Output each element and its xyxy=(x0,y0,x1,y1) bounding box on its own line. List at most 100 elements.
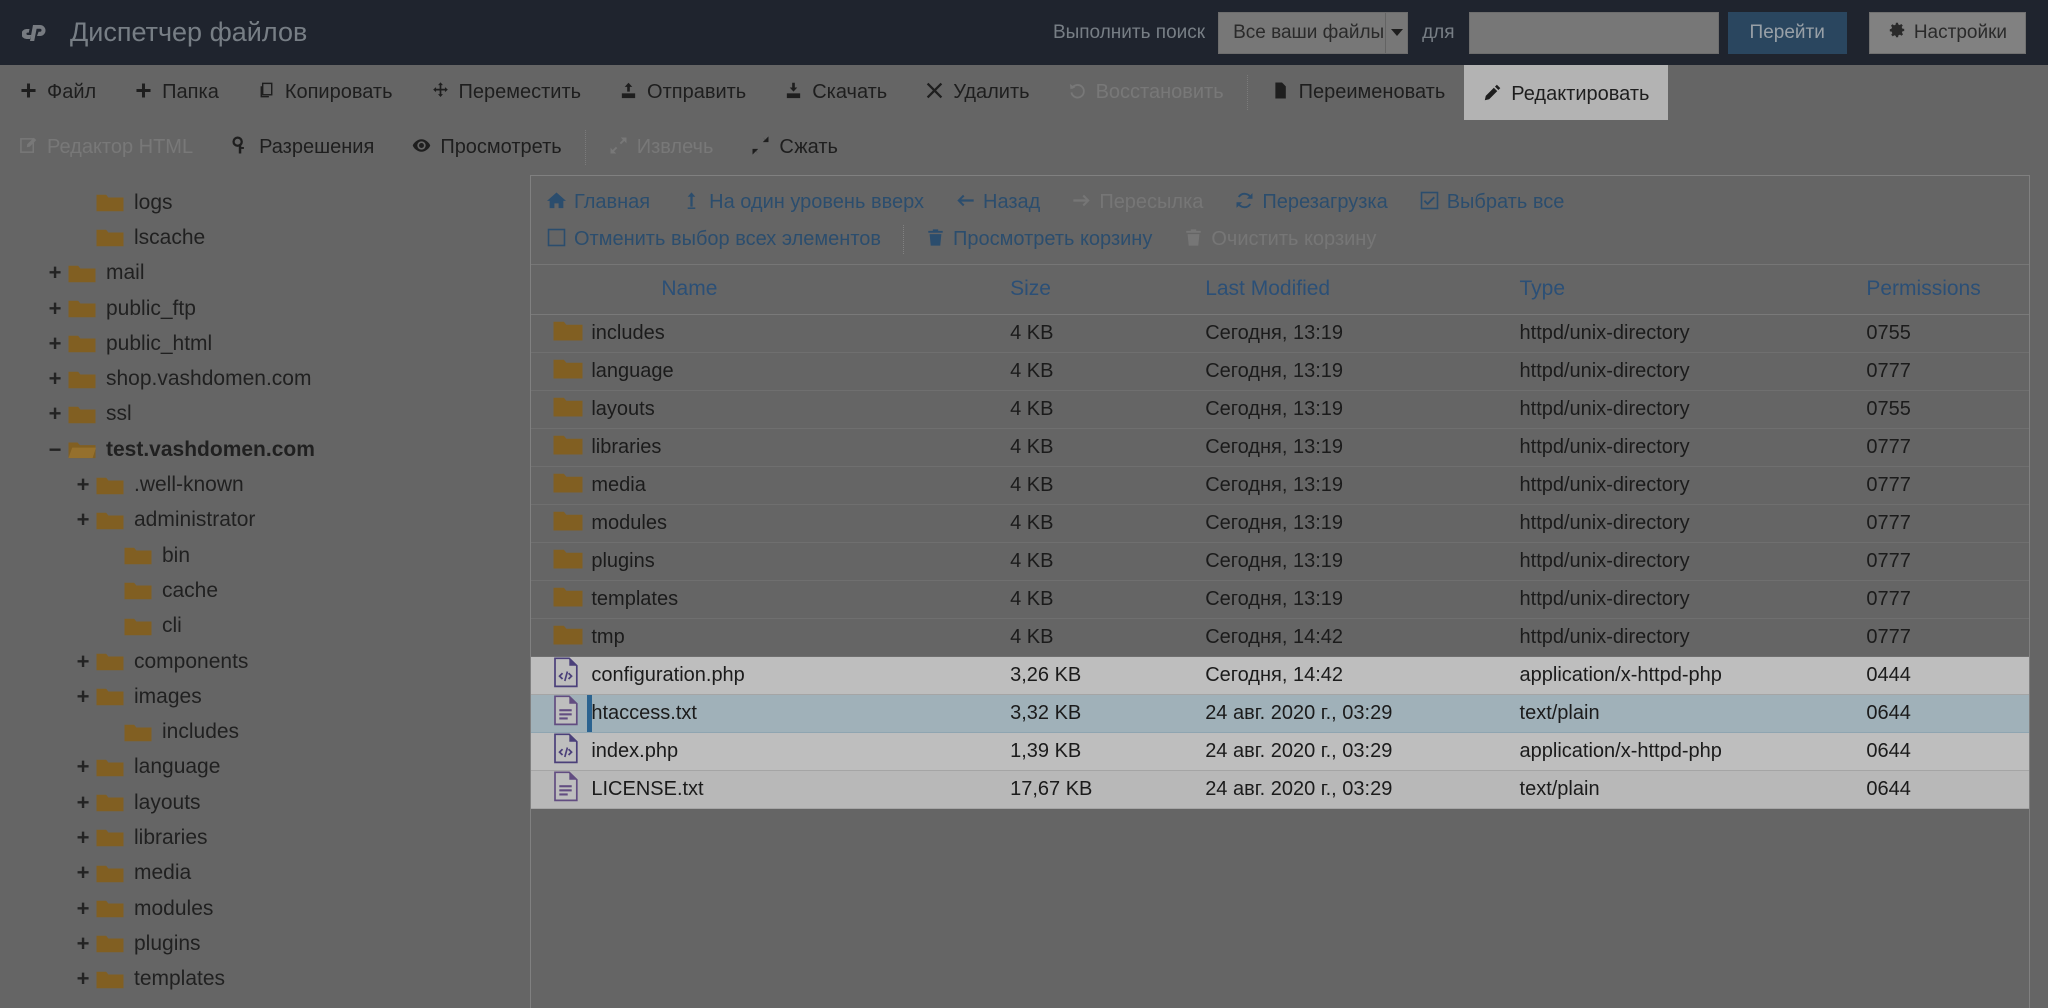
table-row[interactable]: tmp 4 KB Сегодня, 14:42 httpd/unix-director… xyxy=(531,618,2029,657)
col-header-type[interactable]: Type xyxy=(1519,265,1867,315)
tree-node-lscache[interactable]: +lscache xyxy=(0,220,530,255)
cell-name[interactable]: includes xyxy=(587,314,1011,353)
tree-toggle-icon[interactable]: + xyxy=(70,507,96,533)
table-row[interactable]: LICENSE.txt 17,67 KB 24 авг. 2020 г., 03:2… xyxy=(531,770,2029,809)
cell-name[interactable]: htaccess.txt xyxy=(587,694,1011,733)
tree-toggle-icon[interactable]: + xyxy=(70,472,96,498)
search-scope-select[interactable]: Все ваши файлы xyxy=(1218,11,1409,54)
cell-name[interactable]: libraries xyxy=(587,428,1011,467)
tree-node-ssl[interactable]: + ssl xyxy=(0,397,530,432)
tree-toggle-icon[interactable]: + xyxy=(70,790,96,816)
folder-icon xyxy=(531,580,588,619)
chevron-down-icon[interactable] xyxy=(1385,12,1408,53)
toolbar-button-копировать[interactable]: Копировать xyxy=(238,65,412,120)
tree-node-administrator[interactable]: + administrator xyxy=(0,503,530,538)
toolbar-button-редактировать[interactable]: Редактировать xyxy=(1464,62,1669,120)
checkbox-empty-icon xyxy=(547,228,566,251)
col-header-name[interactable]: Name xyxy=(587,265,1011,315)
file-table-container[interactable]: Name Size Last Modified Type Permissions… xyxy=(531,265,2029,1008)
cell-name[interactable]: plugins xyxy=(587,542,1011,581)
cell-name[interactable]: modules xyxy=(587,504,1011,543)
tree-node-layouts[interactable]: + layouts xyxy=(0,785,530,820)
tree-node-test.vashdomen.com[interactable]: − test.vashdomen.com xyxy=(0,432,530,467)
tree-toggle-icon[interactable]: + xyxy=(70,860,96,886)
tree-toggle-icon[interactable]: − xyxy=(42,437,68,463)
toolbar-button-просмотреть[interactable]: Просмотреть xyxy=(393,120,580,175)
table-row[interactable]: templates 4 KB Сегодня, 13:19 httpd/unix-di… xyxy=(531,580,2029,619)
cell-name[interactable]: LICENSE.txt xyxy=(587,770,1011,809)
tree-toggle-icon[interactable]: + xyxy=(70,825,96,851)
toolbar-button-разрешения[interactable]: Разрешения xyxy=(212,120,393,175)
tree-node-plugins[interactable]: + plugins xyxy=(0,926,530,961)
table-row[interactable]: plugins 4 KB Сегодня, 13:19 httpd/unix-dire… xyxy=(531,542,2029,581)
tree-node-bin[interactable]: +bin xyxy=(0,538,530,573)
cell-permissions: 0644 xyxy=(1866,732,2029,771)
tree-node-images[interactable]: + images xyxy=(0,679,530,714)
tree-node-.well-known[interactable]: + .well-known xyxy=(0,467,530,502)
col-header-permissions[interactable]: Permissions xyxy=(1866,265,2029,315)
nav-button-перезагрузка[interactable]: Перезагрузка xyxy=(1219,184,1403,221)
tree-node-cli[interactable]: +cli xyxy=(0,609,530,644)
nav-button-отменить-выбор-всех-элементов[interactable]: Отменить выбор всех элементов xyxy=(531,221,897,258)
nav-button-главная[interactable]: Главная xyxy=(531,184,666,221)
cell-name[interactable]: configuration.php xyxy=(587,656,1011,695)
cell-name[interactable]: media xyxy=(587,466,1011,505)
toolbar-button-файл[interactable]: Файл xyxy=(0,65,115,120)
table-row[interactable]: libraries 4 KB Сегодня, 13:19 httpd/unix-di… xyxy=(531,428,2029,467)
tree-toggle-icon[interactable]: + xyxy=(70,931,96,957)
tree-node-components[interactable]: + components xyxy=(0,644,530,679)
tree-node-modules[interactable]: + modules xyxy=(0,891,530,926)
toolbar-button-сжать[interactable]: Сжать xyxy=(732,120,857,175)
tree-node-public-ftp[interactable]: + public_ftp xyxy=(0,291,530,326)
table-row[interactable]: modules 4 KB Сегодня, 13:19 httpd/unix-dire… xyxy=(531,504,2029,543)
nav-button-на-один-уровень-вверх[interactable]: На один уровень вверх xyxy=(666,184,940,221)
nav-button-выбрать-все[interactable]: Выбрать все xyxy=(1404,184,1581,221)
toolbar-button-папка[interactable]: Папка xyxy=(115,65,238,120)
tree-node-templates[interactable]: + templates xyxy=(0,962,530,997)
tree-node-shop.vashdomen.com[interactable]: + shop.vashdomen.com xyxy=(0,361,530,396)
toolbar-button-отправить[interactable]: Отправить xyxy=(600,65,765,120)
col-header-last-modified[interactable]: Last Modified xyxy=(1205,265,1520,315)
table-row[interactable]: htaccess.txt 3,32 KB 24 авг. 2020 г., 03:2… xyxy=(531,694,2029,733)
cell-name[interactable]: language xyxy=(587,352,1011,391)
tree-node-media[interactable]: + media xyxy=(0,856,530,891)
table-row[interactable]: media 4 KB Сегодня, 13:19 httpd/unix-direct… xyxy=(531,466,2029,505)
tree-node-cache[interactable]: +cache xyxy=(0,573,530,608)
tree-node-public-html[interactable]: + public_html xyxy=(0,326,530,361)
tree-node-mail[interactable]: + mail xyxy=(0,256,530,291)
table-row[interactable]: layouts 4 KB Сегодня, 13:19 httpd/unix-dire… xyxy=(531,390,2029,429)
tree-node-libraries[interactable]: + libraries xyxy=(0,820,530,855)
tree-toggle-icon[interactable]: + xyxy=(42,366,68,392)
search-input[interactable] xyxy=(1468,11,1719,54)
tree-toggle-icon[interactable]: + xyxy=(70,754,96,780)
toolbar-button-переименовать[interactable]: Переименовать xyxy=(1252,65,1465,120)
toolbar-button-скачать[interactable]: Скачать xyxy=(765,65,906,120)
cell-name[interactable]: index.php xyxy=(587,732,1011,771)
tree-toggle-icon[interactable]: + xyxy=(70,896,96,922)
nav-button-просмотреть-корзину[interactable]: Просмотреть корзину xyxy=(910,221,1168,258)
cell-name[interactable]: templates xyxy=(587,580,1011,619)
col-header-size[interactable]: Size xyxy=(1010,265,1206,315)
tree-toggle-icon[interactable]: + xyxy=(42,260,68,286)
tree-toggle-icon[interactable]: + xyxy=(70,966,96,992)
tree-toggle-icon[interactable]: + xyxy=(70,649,96,675)
tree-toggle-icon[interactable]: + xyxy=(42,401,68,427)
table-row[interactable]: includes 4 KB Сегодня, 13:19 httpd/unix-dir… xyxy=(531,314,2029,353)
table-row[interactable]: configuration.php 3,26 KB Сегодня, 14:42 ap… xyxy=(531,656,2029,695)
cell-name[interactable]: layouts xyxy=(587,390,1011,429)
settings-button[interactable]: Настройки xyxy=(1868,11,2026,54)
table-row[interactable]: index.php 1,39 KB 24 авг. 2020 г., 03:29 ap… xyxy=(531,732,2029,771)
cell-name[interactable]: tmp xyxy=(587,618,1011,657)
tree-node-label: media xyxy=(134,861,192,885)
tree-toggle-icon[interactable]: + xyxy=(42,331,68,357)
toolbar-button-удалить[interactable]: Удалить xyxy=(906,65,1048,120)
nav-button-назад[interactable]: Назад xyxy=(940,184,1056,221)
table-row[interactable]: language 4 KB Сегодня, 13:19 httpd/unix-dir… xyxy=(531,352,2029,391)
tree-node-includes[interactable]: +includes xyxy=(0,714,530,749)
tree-node-logs[interactable]: +logs xyxy=(0,185,530,220)
toolbar-button-переместить[interactable]: Переместить xyxy=(412,65,601,120)
tree-node-language[interactable]: + language xyxy=(0,750,530,785)
go-button[interactable]: Перейти xyxy=(1727,11,1847,54)
tree-toggle-icon[interactable]: + xyxy=(70,684,96,710)
tree-toggle-icon[interactable]: + xyxy=(42,296,68,322)
